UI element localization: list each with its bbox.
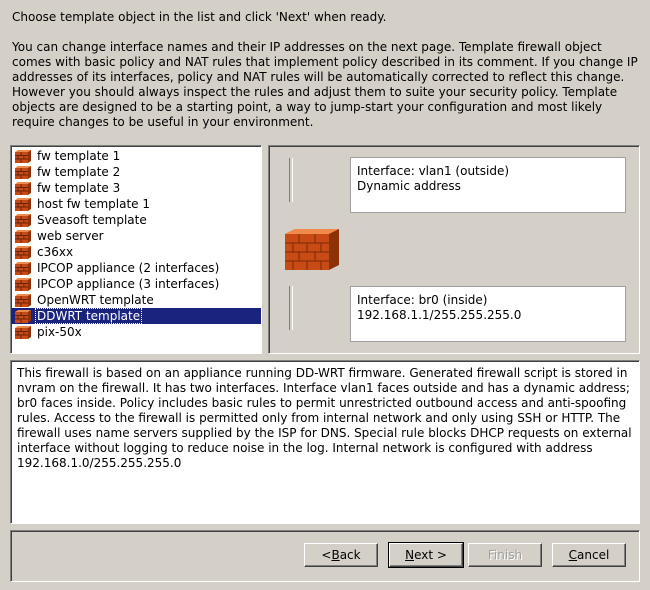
template-list-item-label: IPCOP appliance (3 interfaces) xyxy=(37,277,220,291)
intro-instruction: Choose template object in the list and c… xyxy=(12,10,387,24)
template-list-item[interactable]: pix-50x xyxy=(11,324,261,340)
template-description: This firewall is based on an appliance r… xyxy=(10,360,640,524)
firewall-brick-icon xyxy=(15,229,31,243)
template-list-item[interactable]: fw template 3 xyxy=(11,180,261,196)
template-description-text: This firewall is based on an appliance r… xyxy=(17,366,632,470)
template-list-item[interactable]: fw template 2 xyxy=(11,164,261,180)
firewall-brick-icon xyxy=(15,325,31,339)
template-list-item-label: web server xyxy=(37,229,104,243)
firewall-brick-icon xyxy=(15,309,31,323)
template-list-items: fw template 1 fw template 2 fw template 3 h… xyxy=(11,146,261,340)
firewall-brick-icon xyxy=(15,213,31,227)
firewall-brick-icon xyxy=(15,277,31,291)
interface-connector-top xyxy=(289,158,293,202)
firewall-brick-icon xyxy=(15,181,31,195)
template-list-item-label: pix-50x xyxy=(37,325,82,339)
template-preview: Interface: vlan1 (outside) Dynamic addre… xyxy=(268,145,640,354)
template-list-item[interactable]: IPCOP appliance (2 interfaces) xyxy=(11,260,261,276)
firewall-brick-icon xyxy=(285,229,339,270)
back-button-prefix: < xyxy=(321,548,332,562)
interface-inside-address: 192.168.1.1/255.255.255.0 xyxy=(357,308,522,322)
back-button-mnemonic: B xyxy=(331,548,340,562)
firewall-brick-icon xyxy=(15,149,31,163)
back-button[interactable]: < Back xyxy=(304,543,378,567)
button-bar: < Back Next > Finish Cancel xyxy=(10,530,640,582)
template-list-item-label: fw template 2 xyxy=(37,165,121,179)
template-list-item-label: host fw template 1 xyxy=(37,197,150,211)
next-button-mnemonic: N xyxy=(405,548,415,562)
intro-paragraph: You can change interface names and their… xyxy=(12,40,638,129)
template-list-item[interactable]: host fw template 1 xyxy=(11,196,261,212)
template-list-item-label: fw template 1 xyxy=(37,149,121,163)
next-button[interactable]: Next > xyxy=(388,542,464,568)
cancel-button-mnemonic: C xyxy=(568,548,578,562)
cancel-button[interactable]: Cancel xyxy=(552,543,626,567)
template-list-item[interactable]: OpenWRT template xyxy=(11,292,261,308)
template-list-item-label: IPCOP appliance (2 interfaces) xyxy=(37,261,220,275)
template-list-item[interactable]: fw template 1 xyxy=(11,148,261,164)
template-list-item[interactable]: IPCOP appliance (3 interfaces) xyxy=(11,276,261,292)
template-list-item[interactable]: Sveasoft template xyxy=(11,212,261,228)
interface-outside-name: Interface: vlan1 (outside) xyxy=(357,164,510,178)
finish-button[interactable]: Finish xyxy=(468,543,542,567)
interface-inside-name: Interface: br0 (inside) xyxy=(357,293,488,307)
interface-outside-address: Dynamic address xyxy=(357,179,461,193)
firewall-brick-icon xyxy=(15,165,31,179)
template-list-item-label: c36xx xyxy=(37,245,74,259)
firewall-brick-icon xyxy=(15,197,31,211)
template-list-item[interactable]: c36xx xyxy=(11,244,261,260)
template-list[interactable]: fw template 1 fw template 2 fw template 3 h… xyxy=(10,145,262,354)
template-list-item-label: DDWRT template xyxy=(35,308,143,324)
intro-text: Choose template object in the list and c… xyxy=(12,10,642,130)
template-list-item-label: OpenWRT template xyxy=(37,293,154,307)
template-list-item-label: fw template 3 xyxy=(37,181,121,195)
template-list-item-label: Sveasoft template xyxy=(37,213,147,227)
finish-button-label: Finish xyxy=(487,548,523,562)
interface-outside-box: Interface: vlan1 (outside) Dynamic addre… xyxy=(350,157,626,213)
interface-connector-bottom xyxy=(289,286,293,330)
next-button-label: ext > xyxy=(414,548,447,562)
firewall-brick-icon xyxy=(15,261,31,275)
template-list-item[interactable]: DDWRT template xyxy=(11,308,261,324)
firewall-brick-icon xyxy=(15,293,31,307)
interface-inside-box: Interface: br0 (inside) 192.168.1.1/255.… xyxy=(350,286,626,342)
cancel-button-label: ancel xyxy=(577,548,610,562)
template-list-item[interactable]: web server xyxy=(11,228,261,244)
back-button-label: ack xyxy=(339,548,361,562)
firewall-brick-icon xyxy=(15,245,31,259)
